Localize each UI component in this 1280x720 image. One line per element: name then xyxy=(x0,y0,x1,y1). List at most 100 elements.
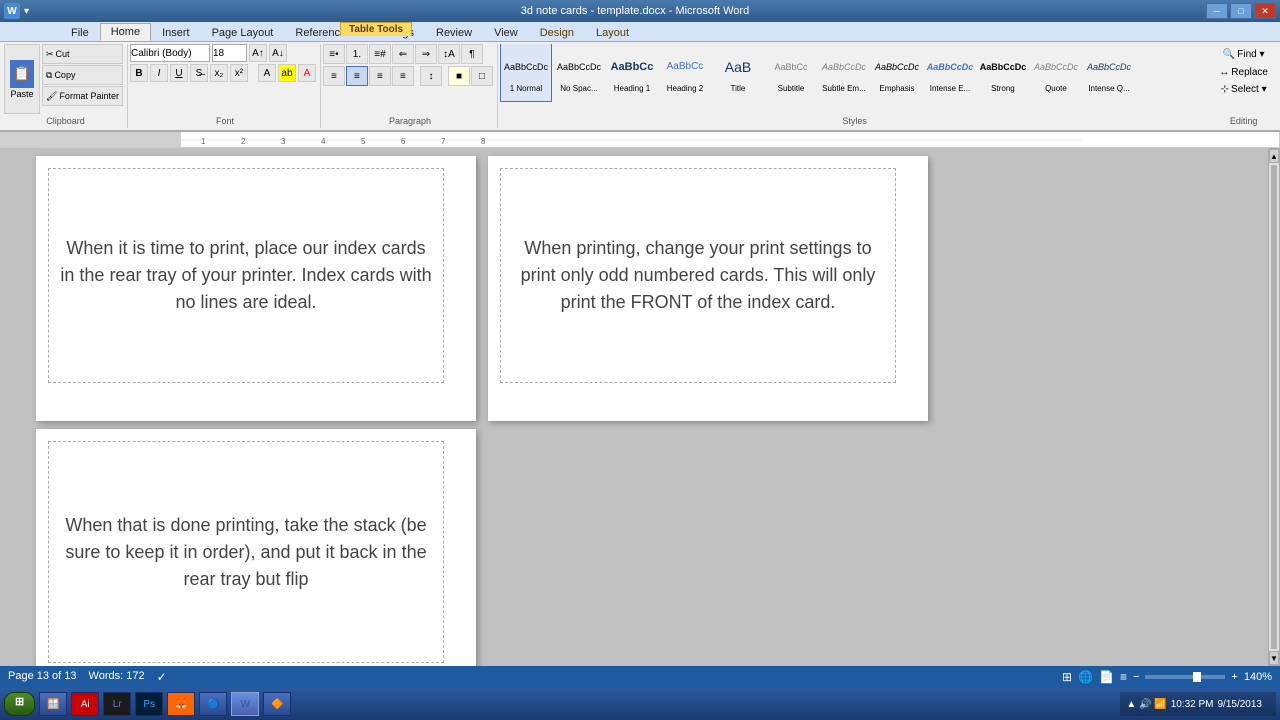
format-painter-button[interactable]: 🖌 Format Painter xyxy=(42,86,123,106)
style-emphasis[interactable]: AaBbCcDc Emphasis xyxy=(871,44,923,102)
view-outline-icon[interactable]: ≡ xyxy=(1120,670,1127,684)
style-intense-q[interactable]: AaBbCcDc Intense Q... xyxy=(1083,44,1135,102)
style-normal[interactable]: AaBbCcDc 1 Normal xyxy=(500,44,552,102)
app-icon: W xyxy=(4,3,20,19)
style-emphasis-preview: AaBbCcDc xyxy=(875,52,919,82)
style-quote[interactable]: AaBbCcDc Quote xyxy=(1030,44,1082,102)
style-heading1[interactable]: AaBbCc Heading 1 xyxy=(606,44,658,102)
bold-button[interactable]: B xyxy=(130,64,148,82)
page-2: When printing, change your print setting… xyxy=(488,156,928,421)
tab-review[interactable]: Review xyxy=(425,23,483,41)
svg-text:5: 5 xyxy=(361,137,366,146)
card-1[interactable]: When it is time to print, place our inde… xyxy=(48,168,444,383)
taskbar-firefox-icon[interactable]: 🦊 xyxy=(167,692,195,716)
show-formatting-button[interactable]: ¶ xyxy=(461,44,483,64)
minimize-button[interactable]: ─ xyxy=(1206,3,1228,19)
align-right-button[interactable]: ≡ xyxy=(369,66,391,86)
font-size-input[interactable] xyxy=(212,44,247,62)
numbering-button[interactable]: 1. xyxy=(346,44,368,64)
page-row-2: When that is done printing, take the sta… xyxy=(36,429,1248,666)
paste-button[interactable]: 📋 Paste xyxy=(4,44,40,114)
zoom-out-button[interactable]: − xyxy=(1133,671,1139,683)
tab-page-layout[interactable]: Page Layout xyxy=(201,23,285,41)
status-bar: Page 13 of 13 Words: 172 ✓ ⊞ 🌐 📄 ≡ − + 1… xyxy=(0,666,1280,688)
window-controls[interactable]: ─ □ ✕ xyxy=(1206,3,1276,19)
tab-design[interactable]: Design xyxy=(529,23,585,41)
underline-button[interactable]: U xyxy=(170,64,188,82)
font-name-input[interactable] xyxy=(130,44,210,62)
style-title-label: Title xyxy=(731,84,746,93)
scroll-down-button[interactable]: ▼ xyxy=(1269,651,1279,665)
close-button[interactable]: ✕ xyxy=(1254,3,1276,19)
grow-font-button[interactable]: A↑ xyxy=(249,44,267,62)
taskbar-photoshop-icon[interactable]: Ps xyxy=(135,692,163,716)
border-button[interactable]: □ xyxy=(471,66,493,86)
card-3[interactable]: When that is done printing, take the sta… xyxy=(48,441,444,663)
paste-label: Paste xyxy=(10,89,33,99)
align-left-button[interactable]: ≡ xyxy=(323,66,345,86)
style-quote-preview: AaBbCcDc xyxy=(1034,52,1078,82)
scrollbar-vertical[interactable]: ▲ ▼ xyxy=(1268,148,1280,666)
superscript-button[interactable]: x² xyxy=(230,64,248,82)
decrease-indent-button[interactable]: ⇐ xyxy=(392,44,414,64)
svg-text:3: 3 xyxy=(281,137,286,146)
tray-date: 9/15/2013 xyxy=(1218,699,1263,710)
tab-file[interactable]: File xyxy=(60,23,100,41)
view-web-icon[interactable]: 🌐 xyxy=(1078,670,1093,684)
style-title[interactable]: AaB Title xyxy=(712,44,764,102)
zoom-in-button[interactable]: + xyxy=(1231,671,1237,683)
svg-text:2: 2 xyxy=(241,137,246,146)
style-normal-label: 1 Normal xyxy=(510,84,542,93)
zoom-thumb[interactable] xyxy=(1193,672,1201,682)
cut-button[interactable]: ✂ Cut xyxy=(42,44,123,64)
select-button[interactable]: ⊹ Select ▾ xyxy=(1217,82,1271,97)
view-reading-icon[interactable]: 📄 xyxy=(1099,670,1114,684)
scroll-thumb[interactable] xyxy=(1271,165,1277,649)
tab-view[interactable]: View xyxy=(483,23,529,41)
table-tools-tab[interactable]: Table Tools xyxy=(340,22,412,36)
style-no-spacing[interactable]: AaBbCcDc No Spac... xyxy=(553,44,605,102)
taskbar-word-button[interactable]: W xyxy=(231,692,259,716)
taskbar-chrome-icon[interactable]: 🔵 xyxy=(199,692,227,716)
system-menu-icons[interactable]: ▾ xyxy=(24,6,29,17)
line-spacing-button[interactable]: ↕ xyxy=(420,66,442,86)
bullets-button[interactable]: ≡• xyxy=(323,44,345,64)
taskbar-lightroom-icon[interactable]: Lr xyxy=(103,692,131,716)
tab-layout[interactable]: Layout xyxy=(585,23,640,41)
taskbar-adobe-icon[interactable]: Ai xyxy=(71,692,99,716)
taskbar-icon-1[interactable]: 🪟 xyxy=(39,692,67,716)
replace-button[interactable]: ↔ Replace xyxy=(1215,65,1272,80)
style-subtle-em[interactable]: AaBbCcDc Subtle Em... xyxy=(818,44,870,102)
justify-button[interactable]: ≡ xyxy=(392,66,414,86)
shrink-font-button[interactable]: A↓ xyxy=(269,44,287,62)
sort-button[interactable]: ↕A xyxy=(438,44,460,64)
style-subtitle[interactable]: AaBbCc Subtitle xyxy=(765,44,817,102)
italic-button[interactable]: I xyxy=(150,64,168,82)
find-button[interactable]: 🔍 Find ▾ xyxy=(1218,46,1270,63)
scroll-up-button[interactable]: ▲ xyxy=(1269,149,1279,163)
text-effects-button[interactable]: A xyxy=(258,64,276,82)
view-print-icon[interactable]: ⊞ xyxy=(1062,670,1072,684)
copy-label: Copy xyxy=(54,70,75,80)
increase-indent-button[interactable]: ⇒ xyxy=(415,44,437,64)
multilevel-button[interactable]: ≡# xyxy=(369,44,391,64)
zoom-slider[interactable] xyxy=(1145,675,1225,679)
font-color-button[interactable]: A xyxy=(298,64,316,82)
shading-button[interactable]: ■ xyxy=(448,66,470,86)
taskbar-vlc-icon[interactable]: 🔶 xyxy=(263,692,291,716)
subscript-button[interactable]: x₂ xyxy=(210,64,228,82)
tab-insert[interactable]: Insert xyxy=(151,23,201,41)
strikethrough-button[interactable]: S̶ xyxy=(190,64,208,82)
start-button[interactable]: ⊞ xyxy=(4,692,35,716)
style-strong[interactable]: AaBbCcDc Strong xyxy=(977,44,1029,102)
ribbon: 📋 Paste ✂ Cut ⧉ Copy 🖌 Format Painter Cl… xyxy=(0,42,1280,132)
style-intense-em[interactable]: AaBbCcDc Intense E... xyxy=(924,44,976,102)
tab-home[interactable]: Home xyxy=(100,23,151,41)
highlight-button[interactable]: ab xyxy=(278,64,296,82)
svg-text:7: 7 xyxy=(441,137,446,146)
copy-button[interactable]: ⧉ Copy xyxy=(42,65,123,85)
maximize-button[interactable]: □ xyxy=(1230,3,1252,19)
card-2[interactable]: When printing, change your print setting… xyxy=(500,168,896,383)
align-center-button[interactable]: ≡ xyxy=(346,66,368,86)
style-heading2[interactable]: AaBbCc Heading 2 xyxy=(659,44,711,102)
